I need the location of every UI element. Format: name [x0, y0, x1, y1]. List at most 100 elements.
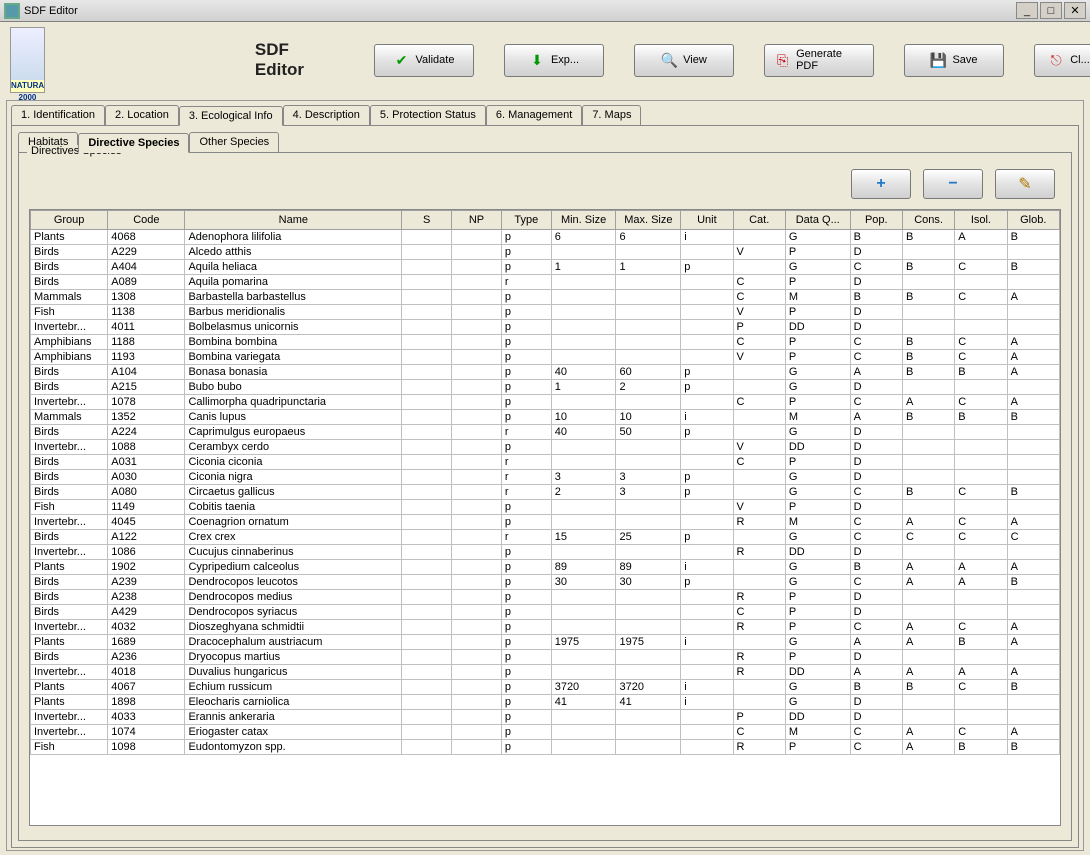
table-cell[interactable]: B [902, 365, 954, 380]
table-cell[interactable] [402, 275, 452, 290]
table-cell[interactable]: P [785, 605, 850, 620]
table-cell[interactable] [551, 650, 616, 665]
table-cell[interactable]: B [902, 260, 954, 275]
table-cell[interactable] [955, 695, 1007, 710]
table-cell[interactable]: A [955, 665, 1007, 680]
table-row[interactable]: BirdsA224Caprimulgus europaeusr4050pGD [31, 425, 1060, 440]
table-cell[interactable]: D [850, 275, 902, 290]
table-cell[interactable]: D [850, 500, 902, 515]
table-cell[interactable] [681, 665, 733, 680]
table-cell[interactable]: A [902, 740, 954, 755]
table-cell[interactable] [902, 425, 954, 440]
table-cell[interactable]: R [733, 620, 785, 635]
table-cell[interactable]: DD [785, 320, 850, 335]
table-cell[interactable]: A [850, 410, 902, 425]
table-cell[interactable]: p [501, 575, 551, 590]
table-cell[interactable] [902, 650, 954, 665]
table-row[interactable]: BirdsA404Aquila heliacap11pGCBCB [31, 260, 1060, 275]
table-cell[interactable]: 30 [551, 575, 616, 590]
table-row[interactable]: Invertebr...1078Callimorpha quadripuncta… [31, 395, 1060, 410]
table-cell[interactable] [551, 395, 616, 410]
main-tab-3[interactable]: 4. Description [283, 105, 370, 125]
table-cell[interactable]: C [850, 335, 902, 350]
table-cell[interactable] [681, 290, 733, 305]
column-header[interactable]: S [402, 211, 452, 230]
table-cell[interactable] [452, 275, 502, 290]
table-cell[interactable] [551, 455, 616, 470]
table-cell[interactable]: 1188 [108, 335, 185, 350]
table-cell[interactable]: 30 [616, 575, 681, 590]
table-cell[interactable] [616, 455, 681, 470]
sub-tab-1[interactable]: Directive Species [78, 133, 189, 153]
table-cell[interactable] [616, 440, 681, 455]
table-cell[interactable]: G [785, 260, 850, 275]
table-cell[interactable]: 4011 [108, 320, 185, 335]
table-cell[interactable]: R [733, 515, 785, 530]
table-cell[interactable] [1007, 275, 1059, 290]
table-cell[interactable] [402, 560, 452, 575]
table-cell[interactable] [551, 665, 616, 680]
table-cell[interactable]: Dioszeghyana schmidtii [185, 620, 402, 635]
remove-row-button[interactable]: − [923, 169, 983, 199]
table-cell[interactable]: B [955, 410, 1007, 425]
table-cell[interactable]: Circaetus gallicus [185, 485, 402, 500]
table-cell[interactable] [733, 575, 785, 590]
table-cell[interactable]: 89 [616, 560, 681, 575]
table-cell[interactable]: p [501, 680, 551, 695]
table-cell[interactable]: C [1007, 530, 1059, 545]
table-cell[interactable]: D [850, 320, 902, 335]
table-cell[interactable] [452, 410, 502, 425]
table-row[interactable]: Invertebr...1074Eriogaster cataxpCMCACA [31, 725, 1060, 740]
table-cell[interactable] [452, 635, 502, 650]
table-cell[interactable] [902, 275, 954, 290]
table-cell[interactable] [616, 740, 681, 755]
table-cell[interactable]: 1975 [551, 635, 616, 650]
table-cell[interactable]: p [501, 545, 551, 560]
table-cell[interactable]: D [850, 425, 902, 440]
table-cell[interactable] [733, 230, 785, 245]
table-cell[interactable]: A [850, 635, 902, 650]
table-cell[interactable] [402, 740, 452, 755]
table-cell[interactable]: 4018 [108, 665, 185, 680]
table-cell[interactable]: A [850, 365, 902, 380]
table-cell[interactable]: A089 [108, 275, 185, 290]
table-cell[interactable] [616, 500, 681, 515]
table-cell[interactable] [733, 260, 785, 275]
table-row[interactable]: Invertebr...4033Erannis ankerariapPDDD [31, 710, 1060, 725]
table-row[interactable]: Invertebr...4045Coenagrion ornatumpRMCAC… [31, 515, 1060, 530]
table-cell[interactable]: 2 [551, 485, 616, 500]
table-cell[interactable]: A [902, 515, 954, 530]
table-cell[interactable] [902, 305, 954, 320]
table-cell[interactable]: G [785, 530, 850, 545]
table-cell[interactable]: C [733, 290, 785, 305]
table-cell[interactable]: B [850, 680, 902, 695]
table-cell[interactable]: Birds [31, 380, 108, 395]
table-cell[interactable]: R [733, 650, 785, 665]
table-cell[interactable]: Birds [31, 470, 108, 485]
table-cell[interactable]: P [733, 320, 785, 335]
table-cell[interactable] [616, 335, 681, 350]
table-cell[interactable] [902, 605, 954, 620]
table-cell[interactable] [733, 530, 785, 545]
table-cell[interactable] [955, 425, 1007, 440]
table-cell[interactable]: C [955, 725, 1007, 740]
column-header[interactable]: Code [108, 211, 185, 230]
table-cell[interactable] [402, 470, 452, 485]
table-cell[interactable] [733, 560, 785, 575]
table-cell[interactable]: p [681, 425, 733, 440]
table-cell[interactable] [681, 725, 733, 740]
table-cell[interactable] [452, 260, 502, 275]
table-cell[interactable]: B [955, 635, 1007, 650]
table-cell[interactable] [402, 305, 452, 320]
table-cell[interactable]: A [955, 230, 1007, 245]
table-cell[interactable] [452, 590, 502, 605]
table-cell[interactable] [402, 710, 452, 725]
table-cell[interactable]: B [850, 230, 902, 245]
table-cell[interactable] [681, 395, 733, 410]
table-cell[interactable] [681, 455, 733, 470]
table-row[interactable]: Amphibians1188Bombina bombinapCPCBCA [31, 335, 1060, 350]
table-cell[interactable]: V [733, 305, 785, 320]
table-cell[interactable]: C [955, 350, 1007, 365]
table-cell[interactable]: A104 [108, 365, 185, 380]
table-cell[interactable]: Plants [31, 635, 108, 650]
